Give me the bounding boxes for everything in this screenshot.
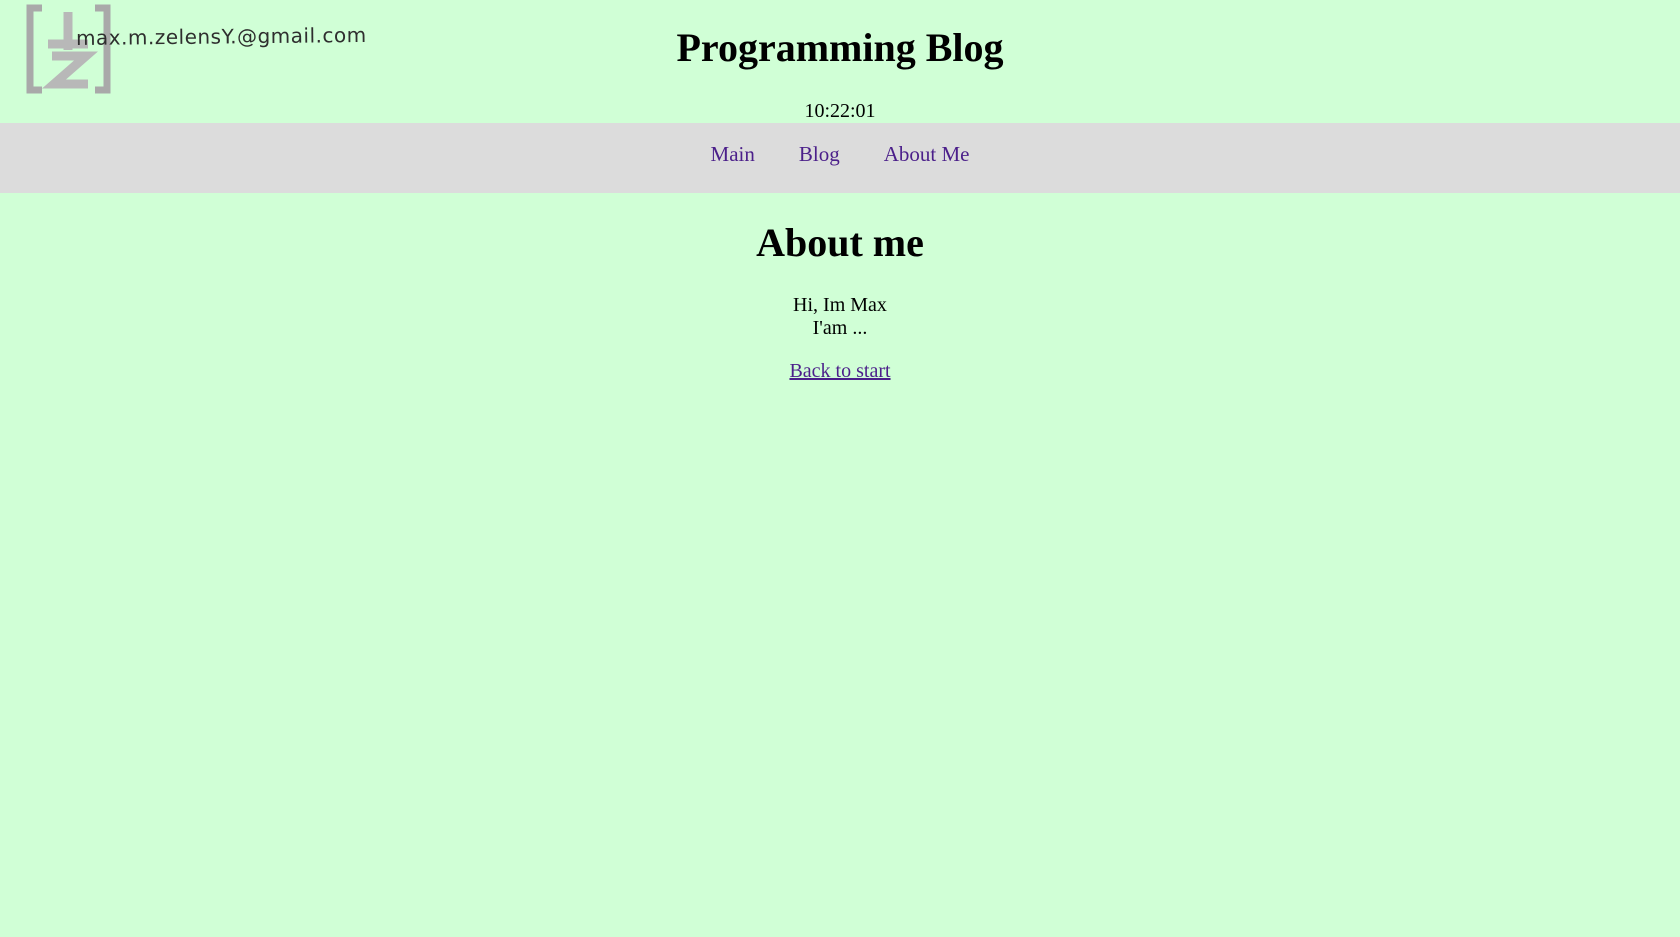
page: max.m.zelensY.@gmail.com Programming Blo…	[0, 0, 1680, 937]
intro-line-1: Hi, Im Max	[793, 294, 887, 316]
page-heading: About me	[756, 220, 924, 265]
main-nav: Main Blog About Me	[0, 123, 1680, 193]
clock-time: 10:22:01	[804, 100, 876, 122]
intro-line-2: I'am ...	[812, 317, 868, 339]
nav-item-blog[interactable]: Blog	[799, 142, 840, 175]
site-header: max.m.zelensY.@gmail.com Programming Blo…	[0, 0, 1680, 123]
intro-text: Hi, Im Max I'am ...	[0, 294, 1680, 340]
back-to-start-link[interactable]: Back to start	[789, 360, 890, 383]
nav-item-about-me[interactable]: About Me	[884, 142, 970, 175]
main-content: About me Hi, Im Max I'am ... Back to sta…	[0, 193, 1680, 383]
nav-item-main[interactable]: Main	[711, 142, 755, 175]
site-title: Programming Blog	[676, 25, 1004, 70]
